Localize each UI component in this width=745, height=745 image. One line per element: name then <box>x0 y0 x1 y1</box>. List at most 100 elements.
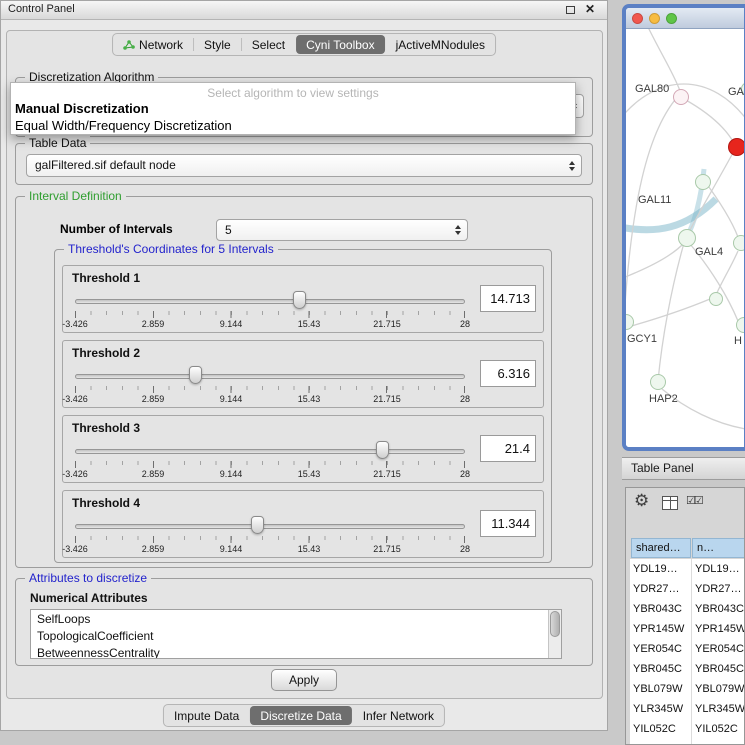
cell-name[interactable]: YBR045C <box>695 659 745 679</box>
list-scrollbar[interactable] <box>548 610 561 658</box>
cell-shared-name[interactable]: YBR043C <box>633 599 689 619</box>
group-label: Threshold's Coordinates for 5 Intervals <box>64 242 278 256</box>
dropdown-option-manual-discretization[interactable]: Manual Discretization <box>11 100 575 117</box>
tab-discretize-data[interactable]: Discretize Data <box>250 706 351 725</box>
table-row[interactable]: YDL19… YDL19… <box>630 559 744 579</box>
threshold-slider[interactable]: -3.426 2.859 9.144 15.43 21.715 28 <box>75 515 465 555</box>
tab-label: Network <box>139 38 183 52</box>
network-canvas[interactable]: GAL80 GA GAL11 GAL4 GCY1 HAP2 H <box>626 29 744 447</box>
group-label: Table Data <box>25 136 90 150</box>
tab-style[interactable]: Style <box>194 34 241 55</box>
cell-shared-name[interactable]: YIL052C <box>633 719 689 739</box>
network-node[interactable] <box>678 229 696 247</box>
cell-name[interactable]: YBL079W <box>695 679 745 699</box>
slider-handle[interactable] <box>251 516 264 534</box>
cell-shared-name[interactable]: YER054C <box>633 639 689 659</box>
tab-jactivemnodules[interactable]: jActiveMNodules <box>386 34 495 55</box>
tab-network[interactable]: Network <box>113 34 193 55</box>
tab-label: Select <box>252 38 285 52</box>
tab-select[interactable]: Select <box>242 34 295 55</box>
table-data-combobox[interactable]: galFiltered.sif default node <box>26 154 582 177</box>
combo-spinner-icon[interactable] <box>451 222 464 238</box>
close-icon[interactable]: ✕ <box>585 3 595 16</box>
list-item[interactable]: TopologicalCoefficient <box>31 627 561 644</box>
tab-cyni-toolbox[interactable]: Cyni Toolbox <box>296 35 384 54</box>
apply-button[interactable]: Apply <box>271 669 337 691</box>
threshold-slider[interactable]: -3.426 2.859 9.144 15.43 21.715 28 <box>75 365 465 405</box>
table-row[interactable]: YBL079W YBL079W <box>630 679 744 699</box>
dropdown-option-equal-width[interactable]: Equal Width/Frequency Discretization <box>11 117 575 134</box>
cell-name[interactable]: YBR043C <box>695 599 745 619</box>
slider-handle[interactable] <box>376 441 389 459</box>
threshold-title: Threshold 4 <box>72 496 140 510</box>
tab-impute-data[interactable]: Impute Data <box>164 705 249 726</box>
table-row[interactable]: YPR145W YPR145W <box>630 619 744 639</box>
network-window-titlebar[interactable] <box>626 8 744 29</box>
network-view-window: GAL80 GA GAL11 GAL4 GCY1 HAP2 H <box>622 4 745 451</box>
list-item[interactable]: BetweennessCentrality <box>31 644 561 659</box>
cell-name[interactable]: YIL052C <box>695 719 745 739</box>
cell-shared-name[interactable]: YLR345W <box>633 699 689 719</box>
minimize-traffic-light-icon[interactable] <box>649 13 660 24</box>
network-node[interactable] <box>650 374 666 390</box>
slider-track[interactable] <box>75 449 465 454</box>
numerical-attributes-label: Numerical Attributes <box>30 591 148 605</box>
number-of-intervals-label: Number of Intervals <box>60 222 173 236</box>
cell-shared-name[interactable]: YPR145W <box>633 619 689 639</box>
network-node-selected[interactable] <box>728 138 745 156</box>
table-row[interactable]: YBR043C YBR043C <box>630 599 744 619</box>
slider-track[interactable] <box>75 299 465 304</box>
combo-spinner-icon[interactable] <box>565 158 578 174</box>
node-label: GAL80 <box>635 83 669 95</box>
cell-shared-name[interactable]: YBL079W <box>633 679 689 699</box>
network-node[interactable] <box>736 317 745 333</box>
threshold-value-field[interactable]: 11.344 <box>480 510 536 537</box>
table-columns-icon[interactable] <box>662 496 678 510</box>
slider-major-ticks <box>75 536 465 543</box>
tick-label: -3.426 <box>62 319 88 329</box>
network-node[interactable] <box>733 235 745 251</box>
zoom-traffic-light-icon[interactable] <box>666 13 677 24</box>
tick-label: -3.426 <box>62 394 88 404</box>
close-traffic-light-icon[interactable] <box>632 13 643 24</box>
table-row[interactable]: YDR27… YDR27… <box>630 579 744 599</box>
cell-name[interactable]: YLR345W <box>695 699 745 719</box>
slider-track[interactable] <box>75 524 465 529</box>
network-node[interactable] <box>695 174 711 190</box>
tick-label: -3.426 <box>62 469 88 479</box>
control-panel-titlebar[interactable]: Control Panel ✕ <box>1 1 607 20</box>
threshold-slider[interactable]: -3.426 2.859 9.144 15.43 21.715 28 <box>75 290 465 330</box>
table-row[interactable]: YER054C YER054C <box>630 639 744 659</box>
scrollbar-thumb[interactable] <box>550 611 560 637</box>
cell-shared-name[interactable]: YDL19… <box>633 559 689 579</box>
threshold-slider[interactable]: -3.426 2.859 9.144 15.43 21.715 28 <box>75 440 465 480</box>
cell-name[interactable]: YDR27… <box>695 579 745 599</box>
cell-shared-name[interactable]: YBR045C <box>633 659 689 679</box>
column-header-shared-name[interactable]: shared… <box>631 538 691 558</box>
slider-handle[interactable] <box>293 291 306 309</box>
slider-track[interactable] <box>75 374 465 379</box>
gear-icon[interactable]: ⚙ <box>634 491 649 511</box>
column-header-name[interactable]: n… <box>692 538 745 558</box>
float-window-icon[interactable] <box>566 6 575 14</box>
table-row[interactable]: YLR345W YLR345W <box>630 699 744 719</box>
slider-handle[interactable] <box>189 366 202 384</box>
cell-name[interactable]: YDL19… <box>695 559 745 579</box>
threshold-value-field[interactable]: 14.713 <box>480 285 536 312</box>
tab-infer-network[interactable]: Infer Network <box>353 705 444 726</box>
cell-name[interactable]: YPR145W <box>695 619 745 639</box>
threshold-value-field[interactable]: 21.4 <box>480 435 536 462</box>
network-node[interactable] <box>673 89 689 105</box>
tick-label: 15.43 <box>298 319 321 329</box>
cell-shared-name[interactable]: YDR27… <box>633 579 689 599</box>
cell-name[interactable]: YER054C <box>695 639 745 659</box>
table-row[interactable]: YBR045C YBR045C <box>630 659 744 679</box>
table-data-group: Table Data galFiltered.sif default node <box>15 143 593 185</box>
list-item[interactable]: SelfLoops <box>31 610 561 627</box>
threshold-value-field[interactable]: 6.316 <box>480 360 536 387</box>
tick-label: 21.715 <box>373 469 401 479</box>
table-row[interactable]: YIL052C YIL052C <box>630 719 744 739</box>
network-node[interactable] <box>709 292 723 306</box>
select-columns-icon[interactable]: ☑☑ <box>686 494 702 507</box>
number-of-intervals-combobox[interactable]: 5 <box>216 219 468 241</box>
